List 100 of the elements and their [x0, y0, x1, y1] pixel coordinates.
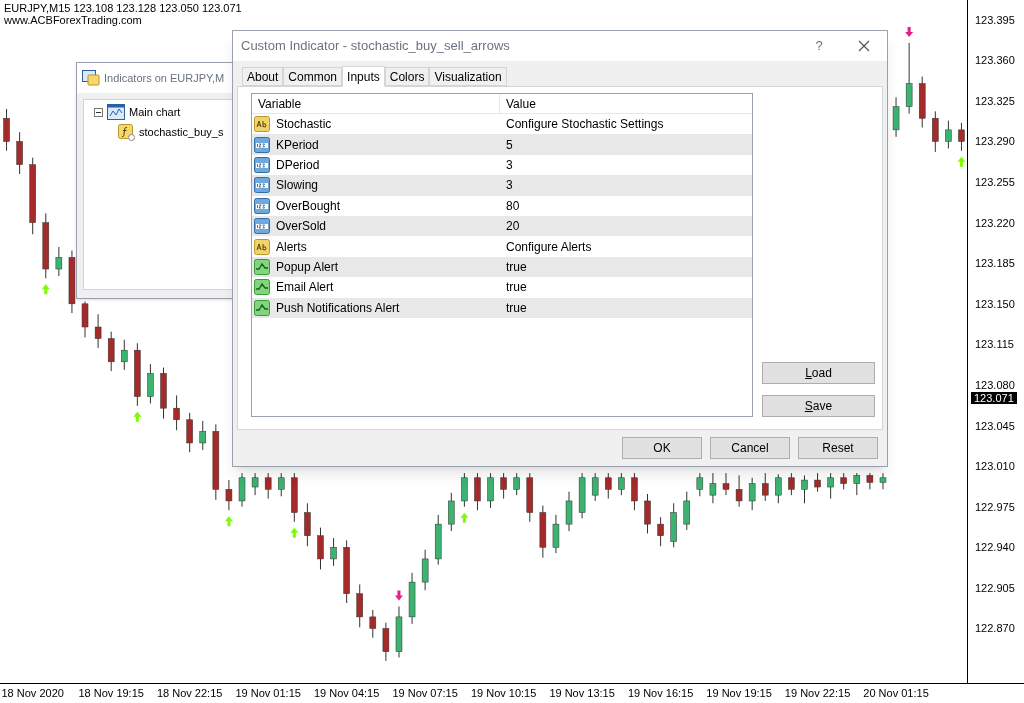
candle: [343, 539, 350, 604]
text-type-icon: [254, 238, 270, 255]
candle: [853, 472, 861, 496]
variable-name: OverBought: [276, 197, 341, 215]
candle: [513, 472, 520, 496]
variable-name: Popup Alert: [276, 258, 339, 276]
variable-value[interactable]: Configure Alerts: [500, 237, 752, 256]
variable-value[interactable]: true: [500, 278, 752, 297]
candle: [605, 472, 612, 500]
candle: [461, 472, 468, 508]
variable-value[interactable]: 80: [500, 196, 752, 215]
chart-window-icon: [107, 104, 125, 120]
candle: [395, 605, 403, 658]
window-title: Indicators on EURJPY,M: [104, 70, 225, 86]
candle: [945, 120, 952, 149]
price-label: 122.940: [975, 541, 1015, 554]
candle: [552, 514, 560, 554]
website-label: www.ACBForexTrading.com: [4, 14, 143, 26]
up-arrow-marker: [224, 516, 233, 527]
variable-value[interactable]: 3: [500, 176, 752, 195]
candle: [304, 502, 311, 547]
candle: [578, 472, 586, 519]
candle: [3, 108, 10, 152]
variable-value[interactable]: 20: [500, 217, 752, 236]
tab[interactable]: Common: [283, 67, 343, 86]
candle: [369, 609, 377, 639]
candle: [618, 472, 625, 496]
candle: [487, 472, 494, 509]
candle: [814, 472, 821, 493]
candle: [709, 472, 717, 504]
tree-item-label[interactable]: stochastic_buy_s: [139, 123, 224, 141]
variable-value[interactable]: true: [500, 298, 752, 317]
time-label: 18 Nov 2020: [1, 687, 64, 699]
symbol-info: EURJPY,M15 123.108 123.128 123.050 123.071: [4, 2, 242, 14]
candle: [683, 491, 690, 531]
candle: [631, 472, 638, 511]
variable-value[interactable]: true: [500, 257, 752, 276]
variable-value[interactable]: 5: [500, 135, 752, 154]
time-label: 19 Nov 13:15: [549, 687, 615, 699]
price-label: 123.150: [975, 297, 1015, 310]
time-label: 19 Nov 10:15: [470, 687, 537, 699]
dialog-title: Custom Indicator - stochastic_buy_sell_arrows: [241, 37, 511, 56]
price-label: 123.115: [975, 338, 1014, 351]
price-label: 123.255: [975, 176, 1015, 189]
help-button[interactable]: ?: [797, 31, 841, 61]
tree-item-label[interactable]: Main chart: [129, 103, 181, 121]
column-header: Value: [505, 95, 537, 113]
price-label: 123.010: [975, 460, 1015, 473]
candle: [173, 394, 180, 431]
price-label: 123.080: [975, 379, 1015, 391]
number-type-icon: [254, 136, 270, 153]
time-label: 18 Nov 19:15: [78, 687, 144, 699]
tab[interactable]: Visualization: [429, 67, 507, 86]
candle: [670, 502, 677, 548]
candle: [500, 472, 507, 500]
candle: [748, 477, 756, 511]
variable-name: KPeriod: [276, 136, 319, 154]
up-arrow-marker: [957, 156, 966, 167]
candle: [147, 363, 154, 405]
candle: [958, 122, 965, 152]
side-button[interactable]: Load: [762, 362, 875, 384]
variable-name: DPeriod: [276, 156, 320, 174]
candle: [788, 472, 795, 496]
candle: [264, 472, 272, 500]
tab[interactable]: Inputs: [342, 66, 385, 87]
price-label: 122.975: [975, 500, 1015, 513]
candle: [225, 479, 233, 511]
candle: [278, 472, 285, 497]
tree-toggle[interactable]: [94, 107, 103, 117]
toggle-type-icon: [254, 258, 270, 275]
candle: [55, 246, 63, 277]
dialog-button[interactable]: Cancel: [710, 437, 790, 459]
candle: [801, 474, 808, 504]
variable-value[interactable]: Configure Stochastic Settings: [500, 115, 752, 134]
candle: [657, 516, 664, 547]
time-label: 20 Nov 01:15: [863, 687, 929, 699]
dialog-button[interactable]: Reset: [798, 437, 878, 459]
candle: [186, 412, 193, 453]
variable-name: Email Alert: [276, 279, 334, 297]
candle: [68, 249, 76, 314]
candle: [251, 472, 259, 496]
candle: [735, 474, 743, 508]
variable-name: Alerts: [276, 238, 307, 256]
tab[interactable]: About: [242, 67, 284, 86]
variable-value[interactable]: 3: [500, 155, 752, 174]
price-label: 122.905: [975, 581, 1015, 594]
candle: [722, 472, 730, 496]
column-header: Variable: [252, 93, 500, 114]
tab[interactable]: Colors: [384, 67, 430, 86]
variable-name: Slowing: [276, 177, 319, 195]
up-arrow-marker: [460, 512, 469, 523]
time-label: 19 Nov 22:15: [784, 687, 851, 699]
side-button[interactable]: Save: [762, 395, 875, 417]
dialog-button[interactable]: OK: [622, 437, 702, 459]
down-arrow-marker: [905, 26, 914, 37]
candle: [330, 537, 337, 567]
candle: [775, 473, 782, 504]
candle: [892, 96, 900, 138]
candle: [932, 110, 939, 153]
time-label: 19 Nov 16:15: [627, 687, 694, 699]
